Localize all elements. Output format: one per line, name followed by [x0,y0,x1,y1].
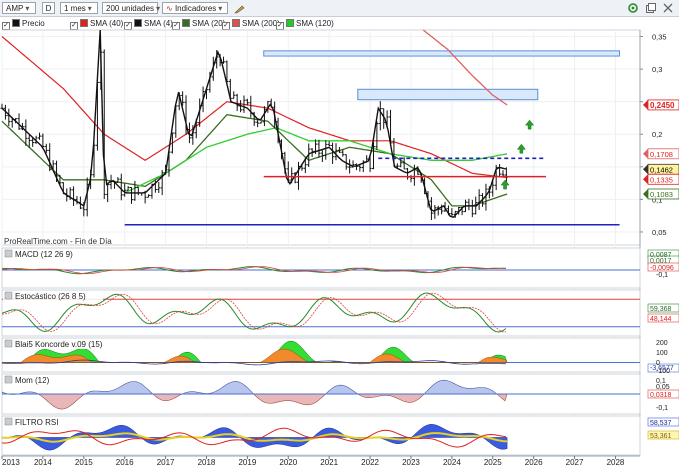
value-tag-label: 58,537 [650,420,672,427]
x-tick-label: 2015 [75,458,93,467]
x-tick-label: 2016 [116,458,134,467]
resistance-zone-box [357,88,539,101]
value-tag-pointer [643,174,648,185]
x-tick-label: 2018 [198,458,216,467]
y-tick-label: 0,3 [652,65,662,74]
value-tag-label: 0,0318 [650,392,672,399]
indicator-panel [1,247,679,289]
indicator-panel-frame [1,247,641,289]
panel-menu-icon [4,249,13,258]
x-tick-label: 2028 [607,458,625,467]
value-tag-label: 53,361 [650,433,672,440]
x-tick-label: 2023 [402,458,420,467]
indicator-panel [1,415,679,456]
value-tag-label: 0,1335 [650,175,673,184]
panel-title: Estocástico (26 8 5) [15,292,86,301]
value-tag-label: 0,0017 [650,258,672,265]
value-tag-label: 0,1708 [650,150,673,159]
value-tag-label: 59,368 [650,306,672,313]
panel-title: MACD (12 26 9) [15,250,73,259]
value-tag-pointer [643,188,648,199]
indicator-panel [1,373,679,415]
panel-menu-icon [4,375,13,384]
value-tag-label: 0,2450 [650,101,675,110]
y-tick-label: 0,35 [652,33,667,42]
x-tick-label: 2025 [484,458,502,467]
x-tick-label: 2026 [525,458,543,467]
x-tick-label: 2020 [279,458,297,467]
indicator-panel [1,337,679,373]
panel-menu-icon [4,339,13,348]
indicator-panel [1,289,679,337]
x-tick-label: 2013 [2,458,20,467]
x-tick-label: 2024 [443,458,461,467]
panel-menu-icon [4,417,13,426]
y-tick-label: 0,05 [656,384,670,391]
x-tick-label: 2017 [157,458,175,467]
y-tick-label: 100 [656,350,668,357]
panel-title: Blai5 Koncorde v.09 (15) [15,340,103,349]
panel-title: Mom (12) [15,376,50,385]
chart-canvas: 0,350,30,20,10,050,24500,17080,14620,133… [0,29,679,467]
value-tag-pointer [643,99,648,110]
y-tick-label: 0,05 [652,228,667,237]
x-tick-label: 2021 [320,458,338,467]
value-tag-label: 0,1083 [650,190,673,199]
panel-title: FILTRO RSI [15,418,58,427]
y-tick-label: -0,1 [656,405,668,412]
value-tag-label: -0,0096 [650,265,674,272]
x-tick-label: 2014 [34,458,52,467]
panel-menu-icon [4,291,13,300]
y-tick-label: 200 [656,340,668,347]
value-tag-label: 48,144 [650,316,672,323]
x-tick-label: 2022 [361,458,379,467]
value-tag-label: 0,1462 [650,165,673,174]
y-tick-label: -0,1 [656,272,668,279]
value-tag-label: -3,6577 [650,365,674,372]
value-tag-pointer [643,148,648,159]
x-tick-label: 2019 [238,458,256,467]
x-tick-label: 2027 [566,458,584,467]
y-tick-label: 0,2 [652,130,662,139]
source-label: ProRealTime.com - Fin de Día [4,237,112,246]
value-tag-pointer [643,164,648,175]
resistance-zone-box [263,50,621,57]
